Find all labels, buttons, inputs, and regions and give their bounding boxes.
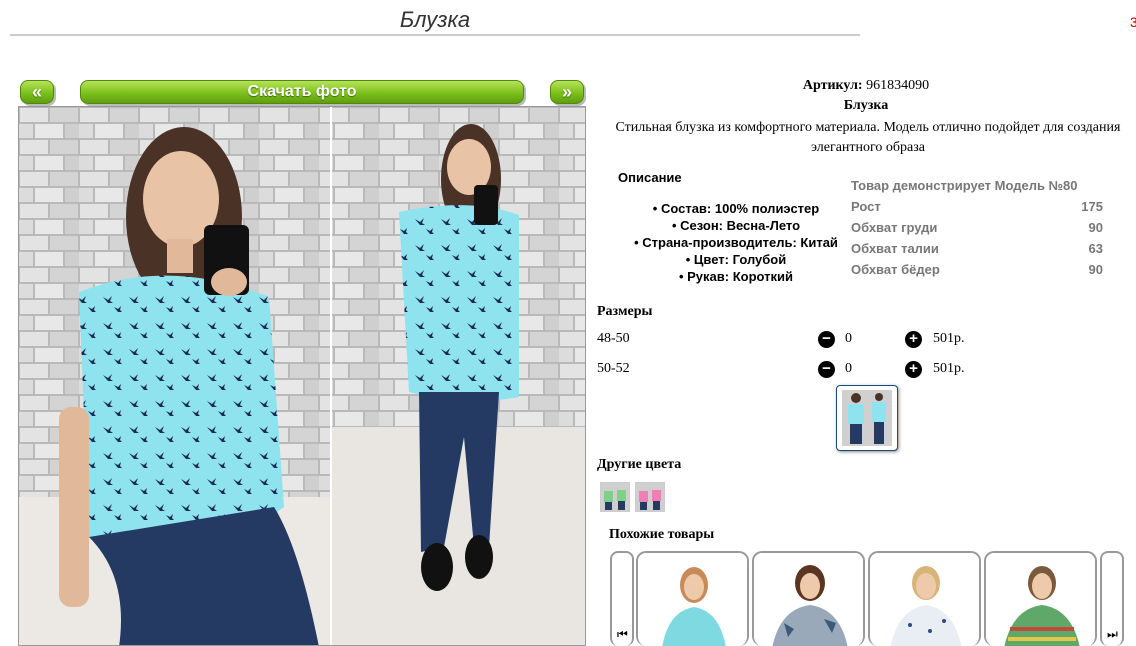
article-value: 961834090 [866, 78, 930, 93]
product-photo[interactable] [18, 106, 586, 646]
property-item: Рукав: Короткий [618, 268, 854, 285]
model-row: Рост 175 [851, 198, 1103, 219]
size-row: 50-52 − 0 + 501р. [597, 361, 997, 381]
prev-photo-button[interactable]: « [20, 80, 54, 104]
sizes-title: Размеры [597, 304, 653, 319]
properties-list: Состав: 100% полиэстер Сезон: Весна-Лето… [618, 200, 854, 285]
model-row: Обхват бёдер 90 [851, 261, 1103, 282]
article-label: Артикул: [802, 78, 863, 93]
property-item: Сезон: Весна-Лето [618, 217, 854, 234]
size-price: 501р. [933, 361, 965, 376]
last-page-icon: ⏭ [1107, 627, 1118, 641]
plus-circle-icon[interactable]: + [905, 361, 922, 378]
similar-products-carousel: ⏮ ⏭ [610, 551, 1124, 646]
other-colors-title: Другие цвета [597, 457, 682, 472]
similar-product-card[interactable] [636, 551, 749, 646]
product-name: Блузка [843, 98, 889, 113]
model-value: 90 [1088, 220, 1103, 235]
similar-product-card[interactable] [984, 551, 1097, 646]
description-title: Описание [618, 170, 682, 185]
model-label: Обхват груди [851, 220, 938, 235]
next-photo-button[interactable]: » [550, 80, 584, 104]
property-item: Состав: 100% полиэстер [618, 200, 854, 217]
size-label: 50-52 [597, 361, 630, 376]
size-row: 48-50 − 0 + 501р. [597, 331, 997, 351]
color-variant-thumbnail[interactable] [635, 482, 665, 512]
model-measurements: Товар демонстрирует Модель №80 Рост 175 О… [851, 177, 1103, 282]
carousel-prev-button[interactable]: ⏮ [610, 551, 634, 646]
minus-circle-icon[interactable]: − [818, 361, 835, 378]
model-label: Обхват бёдер [851, 262, 940, 277]
model-label: Рост [851, 199, 881, 214]
carousel-next-button[interactable]: ⏭ [1100, 551, 1124, 646]
model-value: 175 [1081, 199, 1103, 214]
color-variant-thumbnail[interactable] [600, 482, 630, 512]
edge-mark: 3 [1130, 14, 1136, 28]
property-item: Страна-производитель: Китай [618, 234, 854, 251]
size-quantity: 0 [845, 331, 852, 346]
similar-products-title: Похожие товары [609, 527, 715, 542]
model-heading: Товар демонстрирует Модель №80 [851, 178, 1078, 193]
property-item: Цвет: Голубой [618, 251, 854, 268]
size-label: 48-50 [597, 331, 630, 346]
similar-product-card[interactable] [868, 551, 981, 646]
minus-circle-icon[interactable]: − [818, 331, 835, 348]
size-price: 501р. [933, 331, 965, 346]
model-label: Обхват талии [851, 241, 939, 256]
first-page-icon: ⏮ [617, 627, 628, 641]
size-quantity: 0 [845, 361, 852, 376]
similar-product-card[interactable] [752, 551, 865, 646]
model-value: 90 [1088, 262, 1103, 277]
model-row: Обхват талии 63 [851, 240, 1103, 261]
product-description: Стильная блузка из комфортного материала… [615, 120, 1121, 155]
plus-circle-icon[interactable]: + [905, 331, 922, 348]
page-title: Блузка [10, 6, 860, 36]
model-value: 63 [1088, 241, 1103, 256]
download-photo-button[interactable]: Скачать фото [80, 80, 524, 104]
model-row: Обхват груди 90 [851, 219, 1103, 240]
product-thumbnail[interactable] [836, 385, 898, 451]
